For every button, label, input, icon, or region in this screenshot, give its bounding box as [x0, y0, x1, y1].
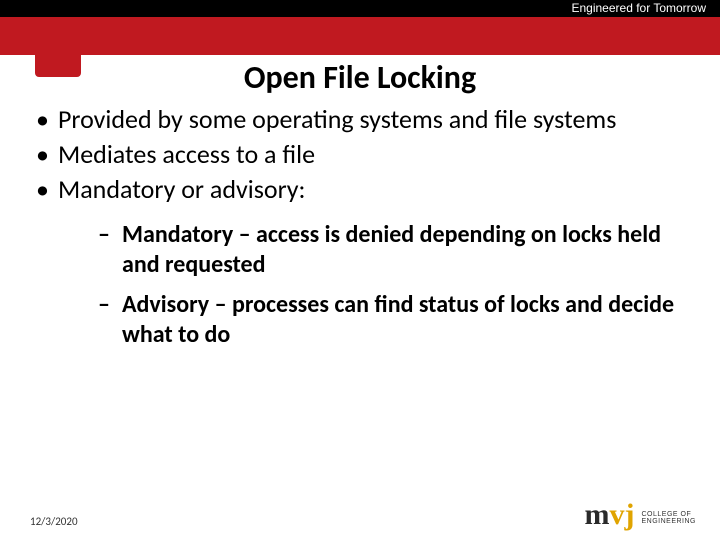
header-tagline: Engineered for Tomorrow: [571, 0, 706, 17]
bullet-item: Mandatory or advisory: Mandatory – acces…: [30, 174, 690, 349]
bullet-text: Mandatory or advisory:: [58, 173, 306, 205]
bullet-item: Provided by some operating systems and f…: [30, 104, 690, 135]
sub-bullet-item: Advisory – processes can find status of …: [98, 290, 690, 350]
slide-title: Open File Locking: [0, 58, 720, 97]
main-bullet-list: Provided by some operating systems and f…: [30, 104, 690, 350]
header-red-bar: [0, 17, 720, 55]
footer-date: 12/3/2020: [30, 515, 78, 528]
logo-line2: ENGINEERING: [641, 518, 696, 526]
logo-line1: COLLEGE OF: [641, 511, 696, 519]
sub-bullet-list: Mandatory – access is denied depending o…: [58, 220, 690, 350]
logo-subtext: COLLEGE OF ENGINEERING: [641, 511, 696, 526]
bullet-item: Mediates access to a file: [30, 139, 690, 170]
institution-logo: m vj COLLEGE OF ENGINEERING: [584, 500, 696, 530]
logo-letter-m: m: [584, 500, 609, 530]
logo-letters-vj: vj: [609, 500, 634, 530]
slide-content: Provided by some operating systems and f…: [30, 104, 690, 360]
sub-bullet-item: Mandatory – access is denied depending o…: [98, 220, 690, 280]
